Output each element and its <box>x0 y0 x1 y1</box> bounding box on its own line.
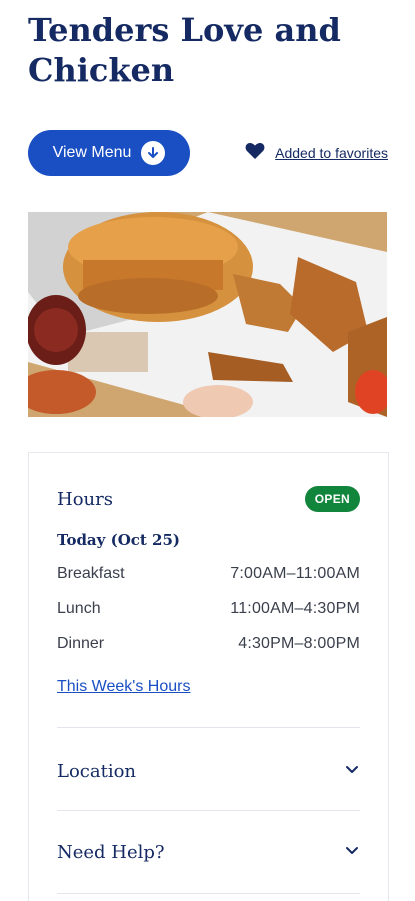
divider <box>57 727 360 728</box>
download-arrow-icon <box>141 141 166 165</box>
meal-time: 4:30PM–8:00PM <box>238 635 360 652</box>
divider <box>57 893 360 894</box>
chevron-down-icon <box>344 761 360 782</box>
action-row: View Menu Added to favorites <box>28 130 388 176</box>
chevron-down-icon <box>344 842 360 863</box>
today-label: Today (Oct 25) <box>57 531 181 549</box>
open-status-badge: OPEN <box>304 486 360 512</box>
hours-title: Hours <box>57 488 113 510</box>
this-weeks-hours-link[interactable]: This Week's Hours <box>57 678 190 696</box>
view-menu-button[interactable]: View Menu <box>28 130 190 176</box>
hours-row-breakfast: Breakfast 7:00AM–11:00AM <box>57 565 360 583</box>
page-title: Tenders Love and Chicken <box>28 11 341 89</box>
hours-row-lunch: Lunch 11:00AM–4:30PM <box>57 600 360 618</box>
hours-row-dinner: Dinner 4:30PM–8:00PM <box>57 635 360 653</box>
meal-time: 7:00AM–11:00AM <box>230 565 360 582</box>
hours-card: Hours OPEN Today (Oct 25) Breakfast 7:00… <box>28 452 389 901</box>
location-label: Location <box>57 760 137 782</box>
need-help-label: Need Help? <box>57 841 165 863</box>
meal-label: Lunch <box>57 600 101 617</box>
hours-header: Hours OPEN <box>57 485 360 513</box>
need-help-accordion[interactable]: Need Help? <box>57 828 360 876</box>
view-menu-label: View Menu <box>52 144 132 161</box>
meal-label: Breakfast <box>57 565 125 582</box>
divider <box>57 810 360 811</box>
meal-time: 11:00AM–4:30PM <box>230 600 360 617</box>
food-photo <box>28 212 387 417</box>
location-accordion[interactable]: Location <box>57 747 360 795</box>
favorite-label: Added to favorites <box>275 145 388 161</box>
heart-icon <box>245 142 265 165</box>
favorite-toggle[interactable]: Added to favorites <box>245 142 388 165</box>
meal-label: Dinner <box>57 635 105 652</box>
